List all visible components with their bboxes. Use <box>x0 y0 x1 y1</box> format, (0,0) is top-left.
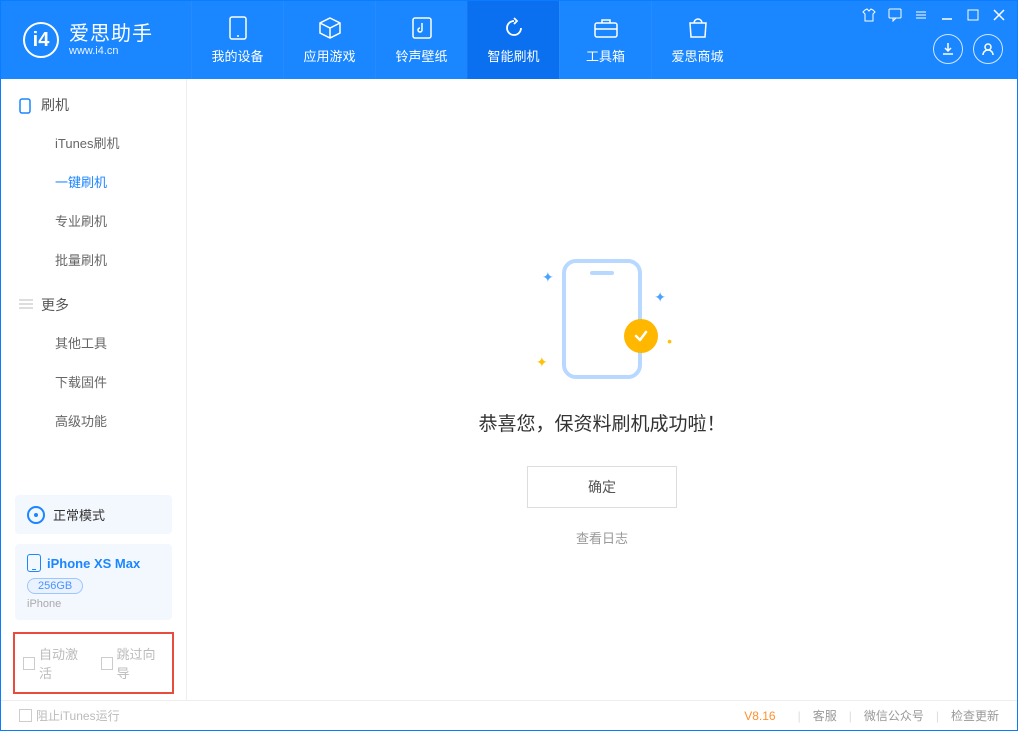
sidebar-item-itunes-flash[interactable]: iTunes刷机 <box>1 123 186 162</box>
menu-icon[interactable] <box>913 7 929 23</box>
device-sub: iPhone <box>27 598 160 610</box>
sidebar-section-flash: 刷机 <box>1 79 186 123</box>
footer-link-support[interactable]: 客服 <box>813 707 837 724</box>
feedback-icon[interactable] <box>887 7 903 23</box>
nav-label: 应用游戏 <box>303 46 355 65</box>
nav-smart-flash[interactable]: 智能刷机 <box>467 1 559 79</box>
sidebar-section-title: 更多 <box>41 295 69 315</box>
phone-icon <box>19 98 33 112</box>
checkbox-label: 自动激活 <box>39 644 86 682</box>
logo-icon: i4 <box>23 22 59 58</box>
download-button[interactable] <box>933 34 963 64</box>
main-nav: 我的设备 应用游戏 铃声壁纸 智能刷机 工具箱 <box>191 1 743 79</box>
sparkle-icon: • <box>667 333 672 349</box>
options-highlight: 自动激活 跳过向导 <box>13 632 174 694</box>
nav-label: 我的设备 <box>211 46 263 65</box>
header: i4 爱思助手 www.i4.cn 我的设备 应用游戏 铃声壁纸 <box>1 1 1017 79</box>
checkbox-block-itunes[interactable]: 阻止iTunes运行 <box>19 707 120 724</box>
device-capacity: 256GB <box>27 578 83 594</box>
phone-outline-icon <box>562 259 642 379</box>
sidebar-item-pro-flash[interactable]: 专业刷机 <box>1 201 186 240</box>
device-phone-icon <box>27 554 41 572</box>
cube-icon <box>316 16 344 40</box>
sparkle-icon: ✦ <box>542 269 554 286</box>
device-panel: 正常模式 iPhone XS Max 256GB iPhone <box>15 495 172 620</box>
sparkle-icon: ✦ <box>536 354 548 371</box>
tshirt-icon[interactable] <box>861 7 877 23</box>
sidebar: 刷机 iTunes刷机 一键刷机 专业刷机 批量刷机 更多 其他工具 下载固件 … <box>1 79 187 700</box>
footer-link-wechat[interactable]: 微信公众号 <box>864 707 924 724</box>
close-button[interactable] <box>991 7 1007 23</box>
checkbox-skip-guide[interactable]: 跳过向导 <box>101 644 165 682</box>
sidebar-section-more: 更多 <box>1 279 186 323</box>
nav-label: 爱思商城 <box>671 46 723 65</box>
nav-apps-games[interactable]: 应用游戏 <box>283 1 375 79</box>
checkbox-icon <box>101 657 113 670</box>
sidebar-item-other-tools[interactable]: 其他工具 <box>1 323 186 362</box>
checkbox-icon <box>23 657 35 670</box>
check-badge-icon <box>624 319 658 353</box>
logo-title: 爱思助手 <box>69 23 153 45</box>
maximize-button[interactable] <box>965 7 981 23</box>
sidebar-item-advanced[interactable]: 高级功能 <box>1 401 186 440</box>
nav-label: 铃声壁纸 <box>395 46 447 65</box>
nav-label: 工具箱 <box>586 46 625 65</box>
mode-label: 正常模式 <box>53 505 105 524</box>
main-content: ✦ ✦ ✦ • 恭喜您，保资料刷机成功啦！ 确定 查看日志 <box>187 79 1017 700</box>
bag-icon <box>684 16 712 40</box>
device-box[interactable]: iPhone XS Max 256GB iPhone <box>15 544 172 620</box>
body: 刷机 iTunes刷机 一键刷机 专业刷机 批量刷机 更多 其他工具 下载固件 … <box>1 79 1017 700</box>
success-illustration: ✦ ✦ ✦ • <box>552 259 652 379</box>
list-icon <box>19 298 33 312</box>
user-button[interactable] <box>973 34 1003 64</box>
footer: 阻止iTunes运行 V8.16 | 客服 | 微信公众号 | 检查更新 <box>1 700 1017 730</box>
sync-icon <box>500 16 528 40</box>
nav-toolbox[interactable]: 工具箱 <box>559 1 651 79</box>
mode-icon <box>27 506 45 524</box>
toolbox-icon <box>592 16 620 40</box>
version-label: V8.16 <box>744 709 775 723</box>
sidebar-item-oneclick-flash[interactable]: 一键刷机 <box>1 162 186 201</box>
ok-button[interactable]: 确定 <box>527 466 677 508</box>
logo[interactable]: i4 爱思助手 www.i4.cn <box>1 1 191 79</box>
sidebar-item-batch-flash[interactable]: 批量刷机 <box>1 240 186 279</box>
success-message: 恭喜您，保资料刷机成功啦！ <box>478 409 725 436</box>
sparkle-icon: ✦ <box>654 289 666 306</box>
nav-label: 智能刷机 <box>487 46 539 65</box>
checkbox-label: 跳过向导 <box>117 644 164 682</box>
logo-url: www.i4.cn <box>69 45 153 57</box>
nav-ringtones-wallpapers[interactable]: 铃声壁纸 <box>375 1 467 79</box>
checkbox-icon <box>19 709 32 722</box>
device-name: iPhone XS Max <box>47 556 140 571</box>
checkbox-auto-activate[interactable]: 自动激活 <box>23 644 87 682</box>
mode-box[interactable]: 正常模式 <box>15 495 172 534</box>
footer-link-update[interactable]: 检查更新 <box>951 707 999 724</box>
music-icon <box>408 16 436 40</box>
minimize-button[interactable] <box>939 7 955 23</box>
device-icon <box>224 16 252 40</box>
sidebar-section-title: 刷机 <box>41 95 69 115</box>
view-log-link[interactable]: 查看日志 <box>576 528 628 547</box>
nav-my-device[interactable]: 我的设备 <box>191 1 283 79</box>
window-controls <box>861 7 1007 23</box>
checkbox-label: 阻止iTunes运行 <box>36 707 120 724</box>
sidebar-item-download-firmware[interactable]: 下载固件 <box>1 362 186 401</box>
nav-store[interactable]: 爱思商城 <box>651 1 743 79</box>
